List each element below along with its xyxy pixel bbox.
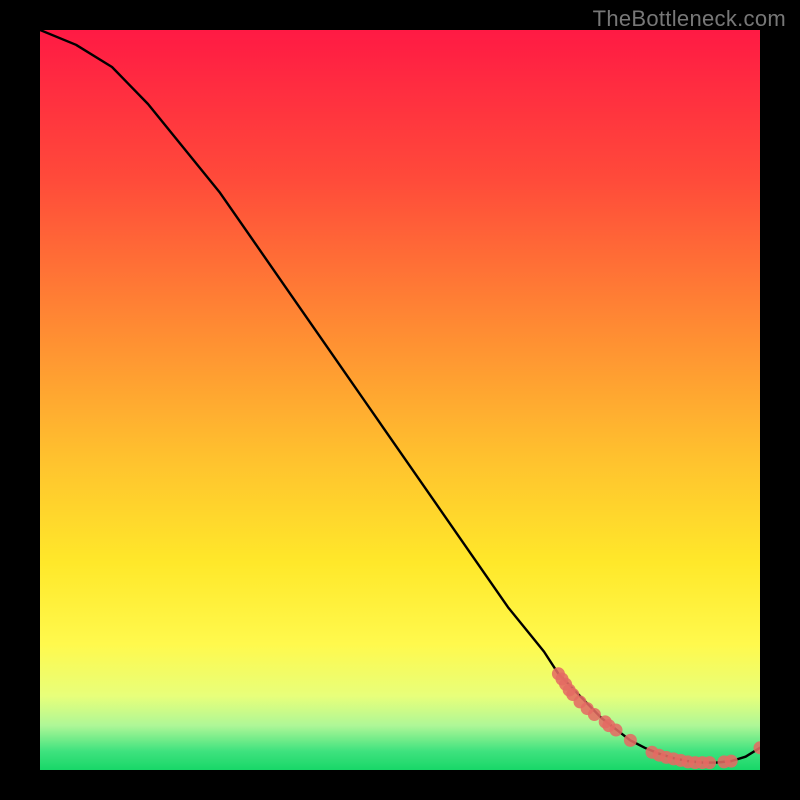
data-marker (703, 756, 716, 769)
data-marker (588, 708, 601, 721)
chart-svg (40, 30, 760, 770)
chart-frame: TheBottleneck.com (0, 0, 800, 800)
bottleneck-curve (40, 30, 760, 763)
plot-area (40, 30, 760, 770)
watermark-text: TheBottleneck.com (593, 6, 786, 32)
data-marker (725, 755, 738, 768)
data-marker (624, 734, 637, 747)
data-markers (552, 667, 760, 769)
data-marker (610, 724, 623, 737)
